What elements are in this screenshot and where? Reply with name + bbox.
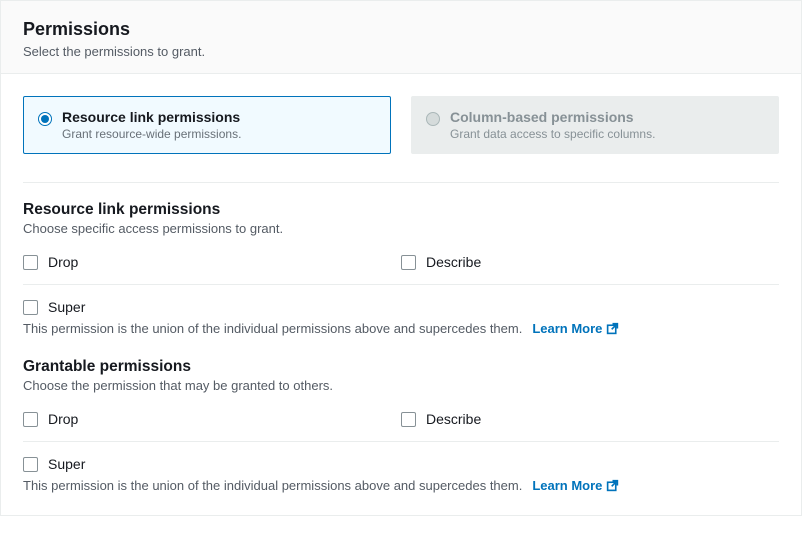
permission-row: Drop Describe (23, 248, 779, 276)
checkbox-super[interactable]: Super (23, 450, 779, 478)
panel-title: Permissions (23, 19, 779, 40)
learn-more-link[interactable]: Learn More (532, 478, 619, 493)
checkbox-label: Drop (48, 411, 78, 427)
checkbox-icon (23, 300, 38, 315)
learn-more-label: Learn More (532, 321, 602, 336)
panel-body: Resource link permissions Grant resource… (1, 74, 801, 515)
checkbox-drop[interactable]: Drop (23, 248, 401, 276)
permissions-panel: Permissions Select the permissions to gr… (0, 0, 802, 516)
radio-selected-icon (38, 112, 52, 126)
divider (23, 284, 779, 285)
external-link-icon (606, 479, 619, 492)
permission-type-tiles: Resource link permissions Grant resource… (23, 96, 779, 154)
tile-resource-link-permissions[interactable]: Resource link permissions Grant resource… (23, 96, 391, 154)
checkbox-icon (401, 255, 416, 270)
checkbox-label: Drop (48, 254, 78, 270)
super-note-row: This permission is the union of the indi… (23, 321, 779, 336)
super-permission-block: Super This permission is the union of th… (23, 293, 779, 336)
super-note-text: This permission is the union of the indi… (23, 478, 522, 493)
checkbox-super[interactable]: Super (23, 293, 779, 321)
section-title: Resource link permissions (23, 201, 779, 219)
section-title: Grantable permissions (23, 358, 779, 376)
divider (23, 182, 779, 183)
resource-link-permissions-section: Resource link permissions Choose specifi… (23, 201, 779, 336)
checkbox-label: Super (48, 456, 85, 472)
checkbox-icon (23, 457, 38, 472)
learn-more-link[interactable]: Learn More (532, 321, 619, 336)
radio-disabled-icon (426, 112, 440, 126)
tile-title: Resource link permissions (62, 109, 241, 125)
panel-header: Permissions Select the permissions to gr… (1, 1, 801, 74)
permission-row: Drop Describe (23, 405, 779, 433)
learn-more-label: Learn More (532, 478, 602, 493)
checkbox-drop[interactable]: Drop (23, 405, 401, 433)
super-note-row: This permission is the union of the indi… (23, 478, 779, 493)
checkbox-describe[interactable]: Describe (401, 405, 779, 433)
divider (23, 441, 779, 442)
panel-subtitle: Select the permissions to grant. (23, 44, 779, 59)
tile-subtitle: Grant resource-wide permissions. (62, 127, 241, 141)
checkbox-icon (23, 255, 38, 270)
checkbox-label: Describe (426, 254, 481, 270)
section-subtitle: Choose the permission that may be grante… (23, 378, 779, 393)
checkbox-describe[interactable]: Describe (401, 248, 779, 276)
checkbox-label: Describe (426, 411, 481, 427)
tile-column-based-permissions: Column-based permissions Grant data acce… (411, 96, 779, 154)
super-permission-block: Super This permission is the union of th… (23, 450, 779, 493)
grantable-permissions-section: Grantable permissions Choose the permiss… (23, 358, 779, 493)
checkbox-label: Super (48, 299, 85, 315)
super-note-text: This permission is the union of the indi… (23, 321, 522, 336)
checkbox-icon (401, 412, 416, 427)
external-link-icon (606, 322, 619, 335)
tile-title: Column-based permissions (450, 109, 655, 125)
section-subtitle: Choose specific access permissions to gr… (23, 221, 779, 236)
tile-subtitle: Grant data access to specific columns. (450, 127, 655, 141)
checkbox-icon (23, 412, 38, 427)
